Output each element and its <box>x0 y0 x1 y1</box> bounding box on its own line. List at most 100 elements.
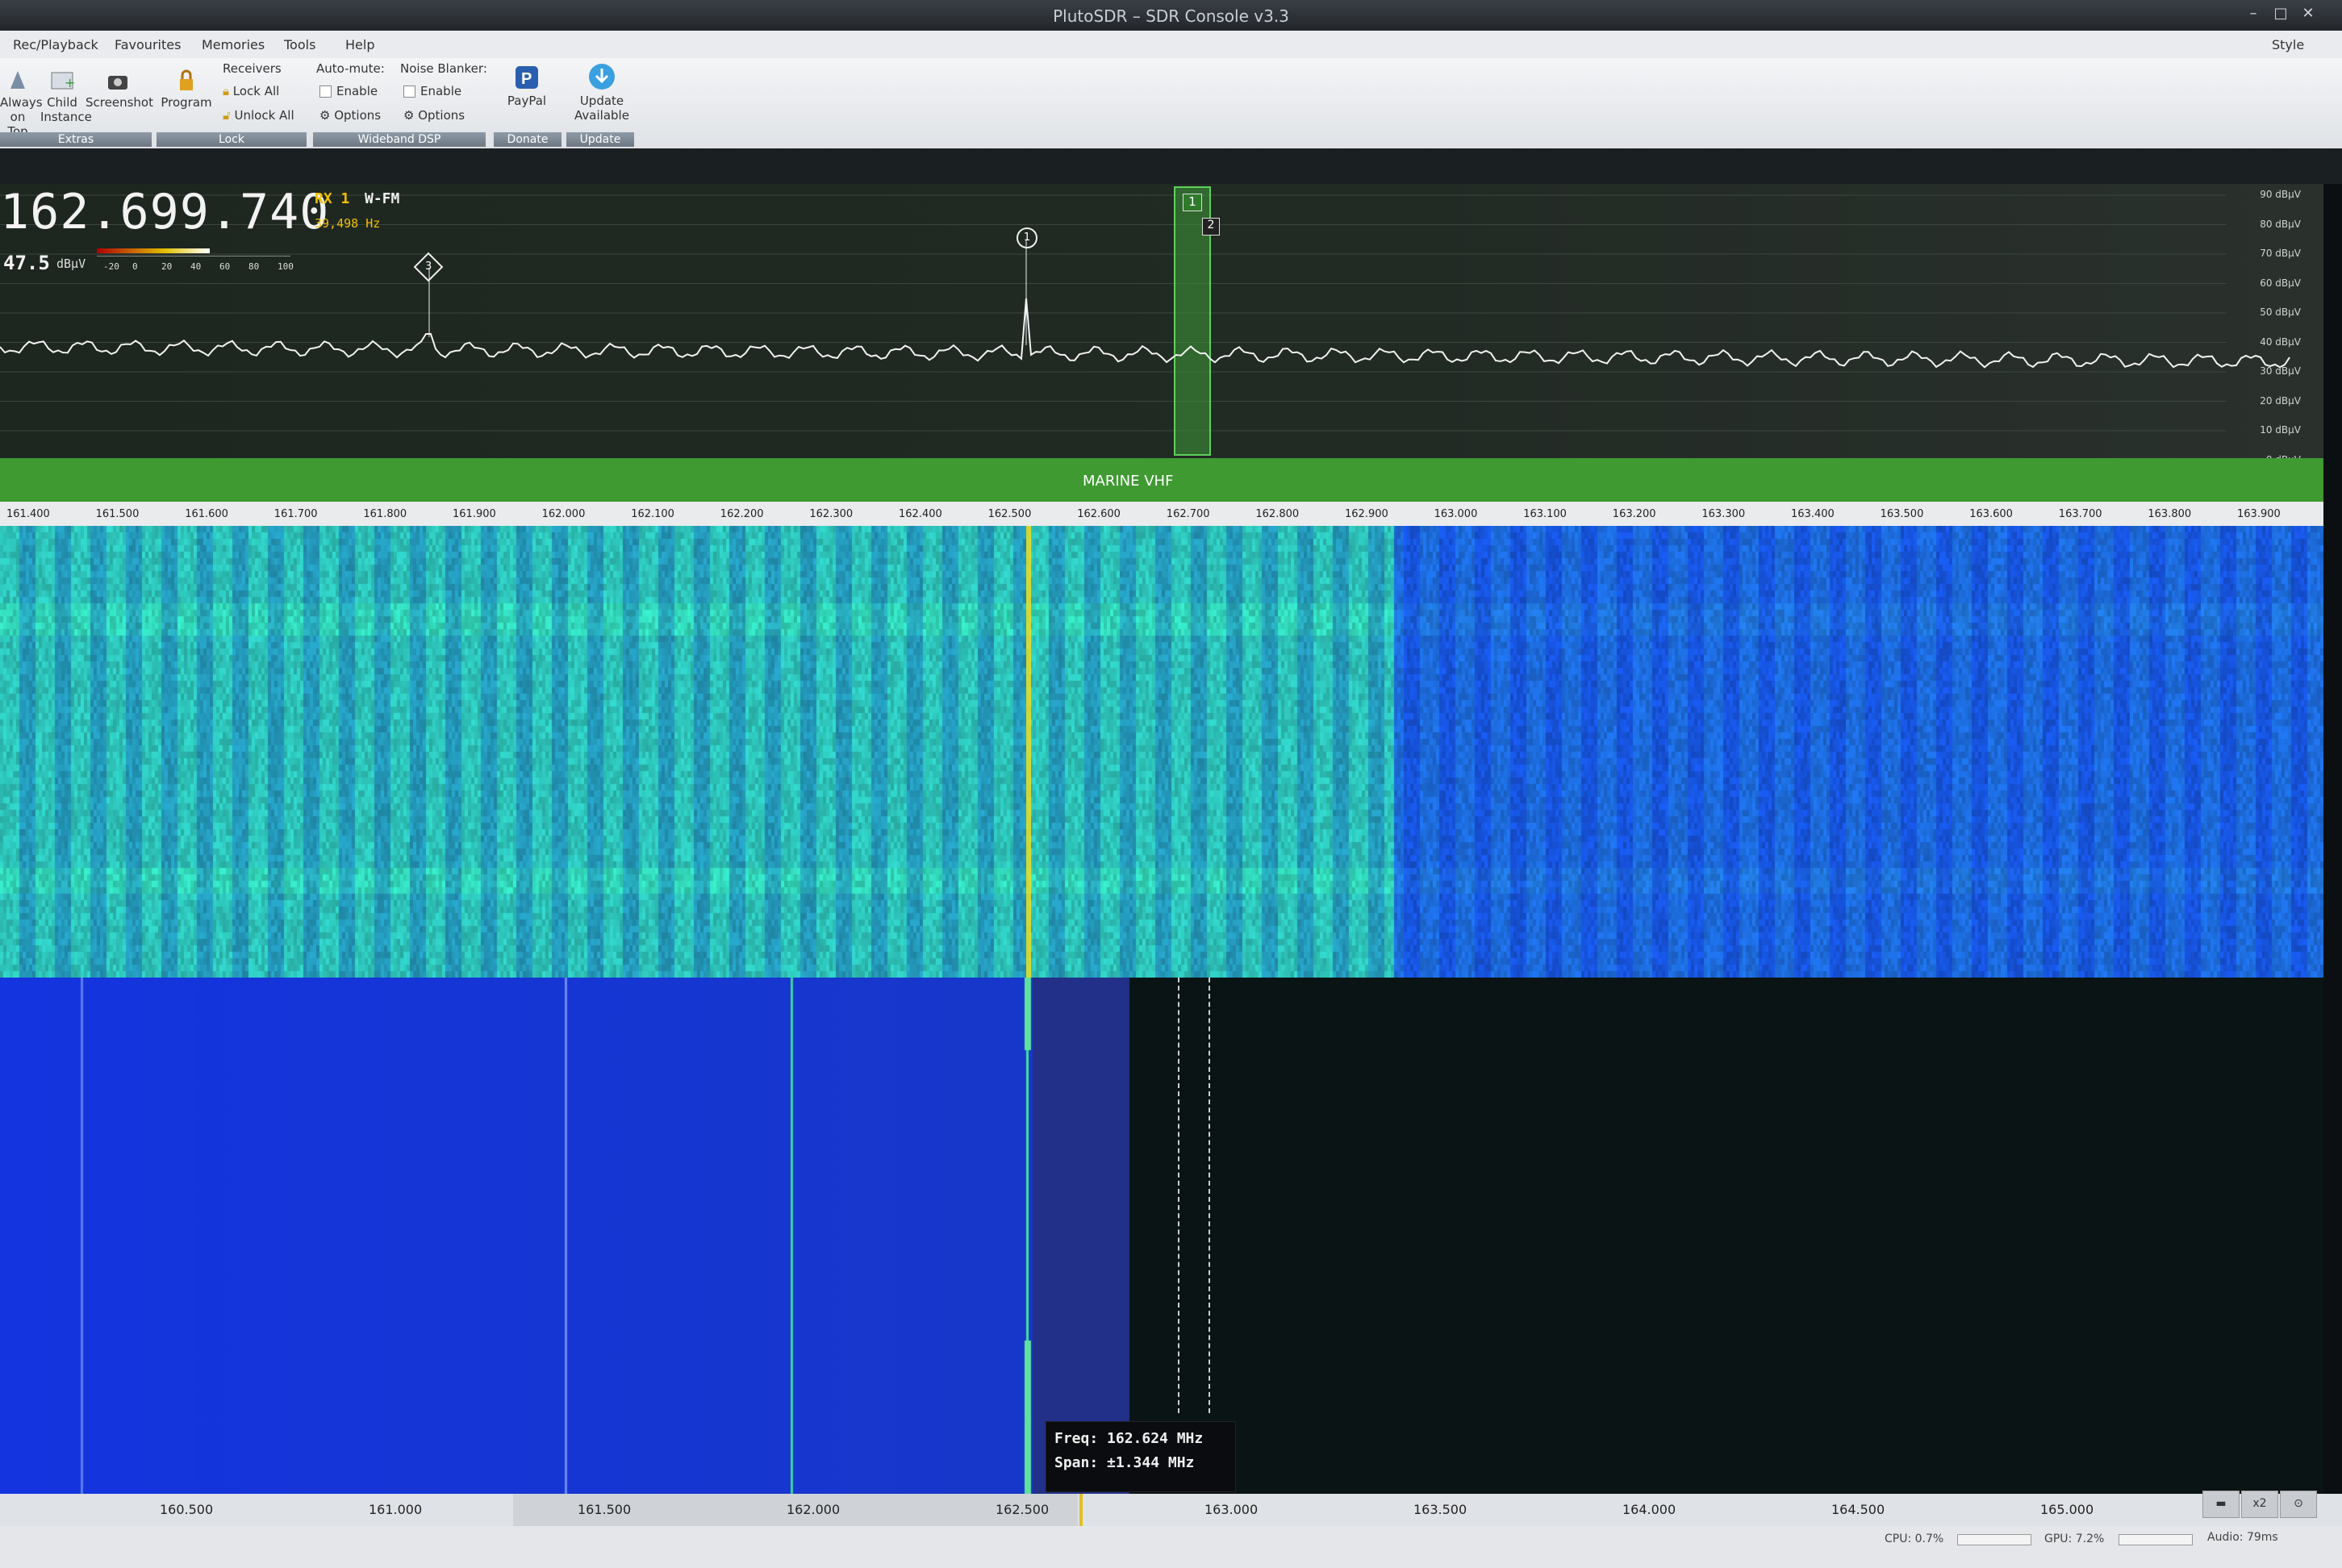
checkbox-box <box>403 85 415 98</box>
checkbox-box <box>319 85 332 98</box>
unlock-small-icon: 🔓︎ <box>223 108 235 123</box>
dbuv-tick: 80 dBµV <box>2260 219 2301 230</box>
scale-tick-label: 161.500 <box>578 1502 631 1517</box>
scale-tick-label: 161.700 <box>274 508 318 520</box>
frequency-tooltip: Freq: 162.624 MHz Span: ±1.344 MHz <box>1046 1421 1236 1492</box>
waterfall-history[interactable] <box>0 978 2323 1494</box>
minimize-button[interactable]: – <box>2243 5 2264 23</box>
marker-1-guide-right <box>1209 978 1210 1413</box>
zoom-reset-button[interactable]: ⊙ <box>2280 1491 2317 1518</box>
lock-icon <box>176 69 197 92</box>
noise-blanker-enable-label: Enable <box>420 84 461 98</box>
marker-2-badge[interactable]: 2 <box>1202 218 1220 236</box>
scale-tick-label: 163.400 <box>1791 508 1835 520</box>
always-on-top-button[interactable]: Always on Top <box>0 69 35 139</box>
group-update: Update <box>566 132 634 147</box>
scale-tick-label: 161.600 <box>185 508 228 520</box>
waterfall-options-button[interactable]: ▬ <box>2202 1491 2240 1518</box>
zoom-button[interactable]: x2 <box>2241 1491 2278 1518</box>
menu-bar: Rec/Playback Favourites Memories Tools H… <box>0 31 2342 59</box>
s-meter-tick: 20 <box>161 261 172 272</box>
gpu-usage: GPU: 7.2% <box>2044 1533 2104 1545</box>
scale-tick-label: 161.400 <box>6 508 50 520</box>
unlock-all-button[interactable]: 🔓︎ Unlock All <box>223 108 294 123</box>
cpu-usage: CPU: 0.7% <box>1885 1533 1943 1545</box>
scale-tick-label: 162.700 <box>1167 508 1210 520</box>
s-meter-tick: -20 <box>103 261 119 272</box>
frequency-display[interactable]: 162.699.740 <box>0 184 329 240</box>
gear-icon: ⚙︎ <box>403 108 418 123</box>
style-menu[interactable]: Style <box>2272 37 2304 52</box>
s-meter-tick: 80 <box>248 261 259 272</box>
scale-tick-label: 165.000 <box>2040 1502 2094 1517</box>
s-meter <box>97 248 290 260</box>
scale-tick-label: 163.600 <box>1969 508 2013 520</box>
title-bar: PlutoSDR – SDR Console v3.3 – □ ✕ <box>0 0 2342 31</box>
scale-tick-label: 162.100 <box>631 508 674 520</box>
band-plan-bar[interactable]: MARINE VHF <box>0 458 2323 502</box>
group-lock: Lock <box>157 132 307 147</box>
menu-rec-playback[interactable]: Rec/Playback <box>13 37 98 52</box>
scale-tick-label: 160.500 <box>160 1502 213 1517</box>
peak-marker-1[interactable]: 1 <box>1017 227 1037 248</box>
lock-all-button[interactable]: 🔒︎ Lock All <box>223 84 279 98</box>
scale-tick-label: 163.700 <box>2059 508 2102 520</box>
group-donate: Donate <box>494 132 561 147</box>
child-instance-button[interactable]: + Child Instance <box>40 69 84 124</box>
dbuv-tick: 40 dBµV <box>2260 336 2301 348</box>
ribbon: Always on Top + Child Instance Screensho… <box>0 58 2342 150</box>
maximize-button[interactable]: □ <box>2270 5 2291 23</box>
menu-help[interactable]: Help <box>345 37 374 52</box>
pin-icon <box>7 69 28 92</box>
noise-blanker-options-label: Options <box>418 108 465 123</box>
child-instance-label: Child Instance <box>40 95 92 124</box>
svg-text:+: + <box>65 75 74 90</box>
window-title: PlutoSDR – SDR Console v3.3 <box>0 6 2342 26</box>
tooltip-span: Span: ±1.344 MHz <box>1054 1451 1227 1475</box>
frequency-scale-top[interactable]: 161.400 161.500 161.600 161.700 161.800 161.9… <box>0 502 2323 526</box>
scale-tick-label: 163.100 <box>1523 508 1567 520</box>
dbuv-tick: 90 dBµV <box>2260 189 2301 200</box>
marker-3-label: 3 <box>425 258 432 276</box>
paypal-button[interactable]: P PayPal <box>500 65 553 108</box>
noise-blanker-enable-checkbox[interactable]: Enable <box>403 84 461 98</box>
auto-mute-options-button[interactable]: ⚙︎ Options <box>319 108 381 123</box>
scale-tick-label: 162.900 <box>1345 508 1388 520</box>
scale-tick-label: 161.900 <box>453 508 496 520</box>
program-button[interactable]: Program <box>158 69 215 110</box>
receivers-label: Receivers <box>223 61 282 76</box>
s-meter-tick: 100 <box>278 261 294 272</box>
mode-label[interactable]: W-FM <box>365 190 399 207</box>
marker-1-badge[interactable]: 1 <box>1183 194 1202 211</box>
signal-level-unit: dBµV <box>56 256 86 271</box>
dbuv-tick: 20 dBµV <box>2260 395 2301 407</box>
noise-blanker-options-button[interactable]: ⚙︎ Options <box>403 108 465 123</box>
scale-tick-label: 164.500 <box>1831 1502 1885 1517</box>
close-button[interactable]: ✕ <box>2298 5 2319 23</box>
frequency-scale-bottom[interactable]: 160.500 161.000 161.500 162.000 162.500 163.0… <box>0 1494 2342 1526</box>
gear-icon: ⚙︎ <box>319 108 334 123</box>
scale-tick-label: 161.500 <box>96 508 140 520</box>
scale-tick-label: 163.000 <box>1434 508 1478 520</box>
scale-tick-label: 161.800 <box>363 508 407 520</box>
dbuv-tick: 30 dBµV <box>2260 365 2301 377</box>
screenshot-button[interactable]: Screenshot <box>86 69 150 110</box>
waterfall-carrier-line <box>1026 526 1031 978</box>
scale-tick-label: 163.200 <box>1613 508 1656 520</box>
scale-tick-label: 164.000 <box>1622 1502 1676 1517</box>
lock-small-icon: 🔒︎ <box>223 84 233 98</box>
lock-all-label: Lock All <box>233 84 280 98</box>
menu-favourites[interactable]: Favourites <box>115 37 181 52</box>
update-available-button[interactable]: Update Available <box>568 63 636 123</box>
menu-tools[interactable]: Tools <box>284 37 315 52</box>
paypal-icon: P <box>514 65 540 90</box>
dbuv-tick: 70 dBµV <box>2260 248 2301 259</box>
scale-tick-label: 162.000 <box>542 508 586 520</box>
scale-tick-label: 163.500 <box>1881 508 1924 520</box>
tooltip-freq: Freq: 162.624 MHz <box>1054 1427 1227 1451</box>
auto-mute-enable-checkbox[interactable]: Enable <box>319 84 378 98</box>
noise-blanker-label: Noise Blanker: <box>400 61 487 76</box>
camera-icon <box>106 69 130 92</box>
menu-memories[interactable]: Memories <box>202 37 265 52</box>
waterfall-display[interactable] <box>0 526 2323 978</box>
